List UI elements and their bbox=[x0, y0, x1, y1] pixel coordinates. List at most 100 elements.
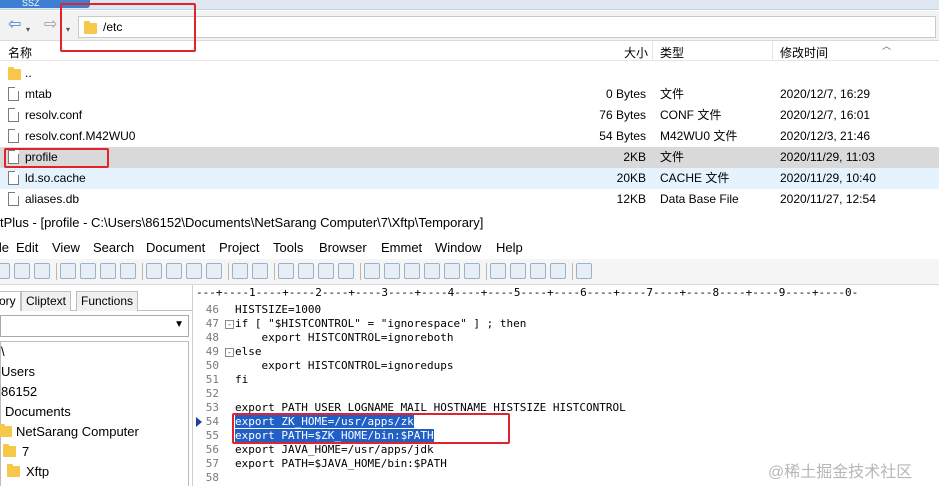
file-type: CACHE 文件 bbox=[660, 171, 730, 185]
file-type: Data Base File bbox=[660, 192, 739, 206]
tree-item-86152[interactable]: 86152 bbox=[1, 382, 37, 402]
file-row[interactable]: mtab 0 Bytes 文件 2020/12/7, 16:29 bbox=[0, 84, 939, 105]
address-highlight-box bbox=[60, 3, 196, 52]
file-row[interactable]: .. bbox=[0, 63, 939, 84]
file-row[interactable]: resolv.conf 76 Bytes CONF 文件 2020/12/7, 16:… bbox=[0, 105, 939, 126]
copy-icon[interactable] bbox=[166, 263, 182, 279]
column-size[interactable]: 大小 bbox=[624, 44, 648, 61]
html-toolbar-icon[interactable] bbox=[120, 263, 136, 279]
tab-cliptext[interactable]: Cliptext bbox=[21, 291, 72, 311]
directory-icon[interactable] bbox=[510, 263, 526, 279]
file-row[interactable]: aliases.db 12KB Data Base File 2020/11/27, … bbox=[0, 189, 939, 210]
hex-icon[interactable] bbox=[384, 263, 400, 279]
code-text: export HISTCONTROL=ignoreboth bbox=[235, 331, 454, 344]
tree-item-users[interactable]: Users bbox=[1, 362, 35, 382]
code-line[interactable]: fi bbox=[235, 373, 248, 387]
menu-emmet[interactable]: Emmet bbox=[381, 238, 422, 258]
column-divider[interactable] bbox=[652, 41, 653, 61]
menu-project[interactable]: Project bbox=[219, 238, 259, 258]
file-type: 文件 bbox=[660, 87, 685, 101]
menu-search[interactable]: Search bbox=[93, 238, 134, 258]
file-row[interactable]: profile 2KB 文件 2020/11/29, 11:03 bbox=[0, 147, 939, 168]
fold-toggle-icon[interactable]: - bbox=[225, 348, 234, 357]
menu-file[interactable]: File bbox=[0, 238, 9, 258]
cut-icon[interactable] bbox=[146, 263, 162, 279]
print-preview-icon[interactable] bbox=[60, 263, 76, 279]
code-line[interactable]: export HISTCONTROL=ignoredups bbox=[235, 359, 453, 373]
abc-icon[interactable] bbox=[444, 263, 460, 279]
drive-select[interactable]: ▼ bbox=[0, 315, 189, 337]
file-name: resolv.conf.M42WU0 bbox=[25, 129, 136, 143]
file-row[interactable]: ld.so.cache 20KB CACHE 文件 2020/11/29, 10:40 bbox=[0, 168, 939, 189]
goto-icon[interactable] bbox=[338, 263, 354, 279]
code-line[interactable]: export PATH=$JAVA_HOME/bin:$PATH bbox=[235, 457, 447, 471]
menu-document[interactable]: Document bbox=[146, 238, 205, 258]
find-icon[interactable] bbox=[278, 263, 294, 279]
folder-icon bbox=[3, 444, 16, 457]
column-divider[interactable] bbox=[772, 41, 773, 61]
delete-icon[interactable] bbox=[206, 263, 222, 279]
code-line[interactable]: HISTSIZE=1000 bbox=[235, 303, 321, 317]
undo-icon[interactable] bbox=[232, 263, 248, 279]
tab-directory[interactable]: ory bbox=[0, 291, 21, 311]
ruler-icon[interactable] bbox=[424, 263, 440, 279]
tree-item-label: 86152 bbox=[1, 384, 38, 399]
code-line[interactable]: if [ "$HISTCONTROL" = "ignorespace" ] ; … bbox=[235, 317, 526, 331]
word-wrap-icon[interactable] bbox=[404, 263, 420, 279]
column-type[interactable]: 类型 bbox=[660, 44, 684, 61]
file-icon bbox=[8, 192, 19, 206]
spellcheck-icon[interactable] bbox=[100, 263, 116, 279]
file-icon bbox=[8, 108, 19, 122]
menu-help[interactable]: Help bbox=[496, 238, 523, 258]
menu-bar: File Edit View Search Document Project T… bbox=[0, 238, 939, 259]
menu-view[interactable]: View bbox=[52, 238, 80, 258]
file-modified: 2020/11/27, 12:54 bbox=[780, 192, 876, 206]
font-icon[interactable] bbox=[364, 263, 380, 279]
code-line[interactable]: else bbox=[235, 345, 262, 359]
tree-item-root[interactable]: \ bbox=[1, 342, 5, 362]
find-in-files-icon[interactable] bbox=[318, 263, 334, 279]
browser-icon[interactable] bbox=[550, 263, 566, 279]
profile-highlight-box bbox=[4, 148, 109, 168]
file-icon bbox=[8, 129, 19, 143]
settings-icon[interactable] bbox=[464, 263, 480, 279]
line-number: 51 bbox=[205, 373, 219, 386]
tree-item-7[interactable]: 7 bbox=[3, 442, 29, 462]
replace-icon[interactable] bbox=[298, 263, 314, 279]
menu-browser[interactable]: Browser bbox=[319, 238, 367, 258]
new-icon[interactable] bbox=[0, 263, 10, 279]
output-icon[interactable] bbox=[530, 263, 546, 279]
file-modified: 2020/12/7, 16:29 bbox=[780, 87, 871, 101]
cliptext-icon[interactable] bbox=[490, 263, 506, 279]
menu-tools[interactable]: Tools bbox=[273, 238, 303, 258]
fold-toggle-icon[interactable]: - bbox=[225, 320, 234, 329]
export-highlight-box bbox=[232, 413, 510, 444]
window-title: tPlus - [profile - C:\Users\86152\Docume… bbox=[0, 215, 484, 230]
file-row[interactable]: resolv.conf.M42WU0 54 Bytes M42WU0 文件 2020/… bbox=[0, 126, 939, 147]
column-ruler: ---+----1----+----2----+----3----+----4-… bbox=[196, 285, 939, 301]
tree-item-netsarang[interactable]: NetSarang Computer bbox=[0, 422, 139, 442]
line-number: 58 bbox=[205, 471, 219, 484]
menu-edit[interactable]: Edit bbox=[16, 238, 38, 258]
file-size: 2KB bbox=[623, 150, 646, 164]
print-icon[interactable] bbox=[80, 263, 96, 279]
save-icon[interactable] bbox=[14, 263, 30, 279]
paste-icon[interactable] bbox=[186, 263, 202, 279]
column-name[interactable]: 名称 bbox=[8, 44, 32, 61]
tab-functions[interactable]: Functions bbox=[76, 291, 139, 311]
back-arrow-icon[interactable]: ⇦ bbox=[8, 17, 21, 35]
tree-item-xftp[interactable]: Xftp bbox=[7, 462, 49, 482]
code-line[interactable]: export JAVA_HOME=/usr/apps/jdk bbox=[235, 443, 434, 457]
code-editor[interactable]: ---+----1----+----2----+----3----+----4-… bbox=[196, 285, 939, 486]
file-size: 54 Bytes bbox=[599, 129, 646, 143]
path-input[interactable]: /etc bbox=[78, 16, 936, 38]
redo-icon[interactable] bbox=[252, 263, 268, 279]
column-modified[interactable]: 修改时间 bbox=[780, 44, 828, 61]
help-icon[interactable] bbox=[576, 263, 592, 279]
back-dropdown-icon[interactable]: ▾ bbox=[26, 22, 30, 40]
forward-arrow-icon[interactable]: ⇨ bbox=[44, 17, 57, 35]
code-line[interactable]: export HISTCONTROL=ignoreboth bbox=[235, 331, 454, 345]
save-all-icon[interactable] bbox=[34, 263, 50, 279]
menu-window[interactable]: Window bbox=[435, 238, 481, 258]
tree-item-documents[interactable]: Documents bbox=[5, 402, 71, 422]
